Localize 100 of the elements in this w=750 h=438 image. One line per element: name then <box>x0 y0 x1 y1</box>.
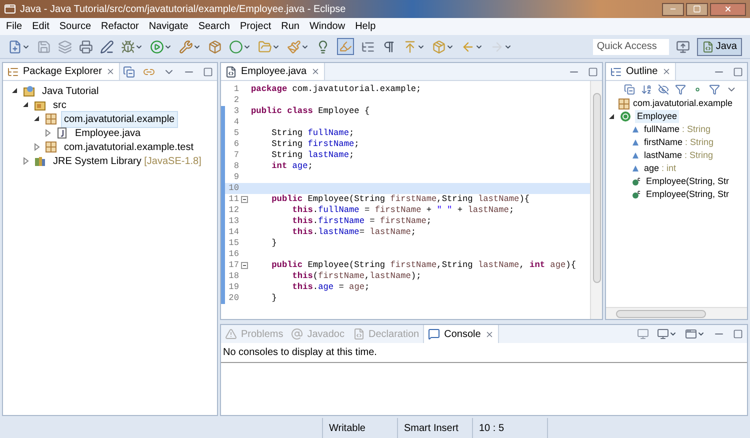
collapse-all-icon[interactable] <box>123 66 135 78</box>
view-tab[interactable]: Console <box>423 325 499 343</box>
tree-item[interactable]: Employee.java <box>72 124 144 142</box>
line-number: 13 <box>228 216 239 227</box>
view-tab[interactable]: Outline <box>606 63 676 80</box>
lightbulb-icon[interactable] <box>316 40 330 54</box>
dropdown-caret-icon[interactable] <box>193 42 201 50</box>
dropdown-caret-icon[interactable] <box>243 42 251 50</box>
quick-access-field[interactable]: Quick Access <box>592 38 669 54</box>
outline-item[interactable]: age : int <box>644 162 676 176</box>
close-button[interactable] <box>710 2 746 16</box>
vertical-scrollbar[interactable] <box>590 81 602 319</box>
menu-item[interactable]: Refactor <box>101 19 139 34</box>
dropdown-caret-icon[interactable] <box>301 42 309 50</box>
maximize-icon[interactable] <box>203 66 213 76</box>
outline-item[interactable]: lastName : String <box>644 148 714 162</box>
fold-icon[interactable] <box>240 262 248 269</box>
outline-item[interactable]: Employee(String, Str <box>646 188 730 202</box>
filter-icon[interactable] <box>709 84 720 94</box>
tree-item[interactable]: src <box>50 96 70 114</box>
hide-fields-icon[interactable] <box>658 84 669 94</box>
expanded-arrow-icon[interactable] <box>11 87 19 95</box>
dropdown-caret-icon[interactable] <box>272 42 280 50</box>
perspective-button[interactable]: Java <box>696 38 742 56</box>
pilcrow-icon[interactable] <box>382 40 396 54</box>
menu-item[interactable]: Help <box>355 19 376 34</box>
outline-item[interactable]: firstName : String <box>644 136 714 150</box>
outline-item[interactable]: fullName : String <box>644 122 711 136</box>
line-number: 4 <box>232 117 239 128</box>
menu-item[interactable]: Edit <box>32 19 50 34</box>
highlight-toggle-icon[interactable] <box>339 40 352 53</box>
menu-item[interactable]: Source <box>59 19 92 34</box>
maximize-icon[interactable] <box>588 66 598 76</box>
debug-icon[interactable] <box>121 40 135 54</box>
status-field: 10 : 5 <box>472 418 547 438</box>
editor-tab[interactable]: Employee.java <box>221 63 325 80</box>
dropdown-caret-icon[interactable] <box>504 42 512 50</box>
open-console-icon[interactable] <box>685 328 697 340</box>
collapsed-arrow-icon[interactable] <box>33 143 41 151</box>
outline-item[interactable]: Employee(String, Str <box>646 174 730 188</box>
collapsed-arrow-icon[interactable] <box>22 157 30 165</box>
line-number: 2 <box>232 95 239 106</box>
project-icon <box>23 85 35 97</box>
collapsed-arrow-icon[interactable] <box>44 129 52 137</box>
warning-icon <box>225 328 237 340</box>
dropdown-caret-icon[interactable] <box>446 42 454 50</box>
outline-item[interactable]: com.javatutorial.example <box>633 96 733 110</box>
code-line: this.fullName = firstName + " " + lastName; <box>291 205 514 216</box>
dropdown-caret-icon[interactable] <box>697 330 705 338</box>
menu-item[interactable]: Run <box>281 19 300 34</box>
maximize-icon[interactable] <box>733 66 743 76</box>
expanded-arrow-icon[interactable] <box>608 112 616 120</box>
maximize-icon[interactable] <box>733 329 743 339</box>
expanded-arrow-icon[interactable] <box>22 101 30 109</box>
menu-item[interactable]: Search <box>198 19 230 34</box>
console-icon <box>428 328 440 340</box>
minimize-button[interactable] <box>662 2 684 16</box>
tree-item[interactable]: com.javatutorial.example <box>61 110 178 128</box>
menu-item[interactable]: Window <box>309 19 346 34</box>
pin-console-icon[interactable] <box>637 328 649 340</box>
expanded-arrow-icon[interactable] <box>33 115 41 123</box>
sort-icon[interactable] <box>641 84 652 94</box>
package-icon <box>618 98 630 110</box>
fold-icon[interactable] <box>240 196 248 203</box>
code-line: public Employee(String firstName,String lastName, int age){ <box>270 260 576 271</box>
menu-item[interactable]: Navigate <box>148 19 188 34</box>
constructor-icon <box>632 190 641 199</box>
tree-item[interactable]: Java Tutorial <box>39 82 102 100</box>
dropdown-caret-icon[interactable] <box>164 42 172 50</box>
maximize-button[interactable] <box>686 2 708 16</box>
print-icon[interactable] <box>79 40 93 54</box>
source-folder-icon <box>34 99 46 111</box>
declaration-icon <box>352 328 364 340</box>
view-tab[interactable]: Package Explorer <box>3 63 120 80</box>
line-number: 9 <box>232 172 239 183</box>
filter-icon[interactable] <box>675 84 686 94</box>
open-perspective-icon[interactable] <box>676 40 690 54</box>
dropdown-caret-icon[interactable] <box>22 42 30 50</box>
menu-item[interactable]: Project <box>240 19 272 34</box>
menu-item[interactable]: File <box>6 19 22 34</box>
display-console-icon[interactable] <box>657 328 669 340</box>
horizontal-scrollbar[interactable] <box>606 307 747 319</box>
dropdown-caret-icon[interactable] <box>475 42 483 50</box>
tree-item[interactable]: JRE System Library [JavaSE-1.8] <box>50 152 204 170</box>
dropdown-caret-icon[interactable] <box>135 42 143 50</box>
outline-item[interactable]: Employee <box>635 110 680 124</box>
collapse-all-icon[interactable] <box>624 84 635 94</box>
dropdown-caret-icon[interactable] <box>417 42 425 50</box>
package-explorer-icon <box>7 66 19 78</box>
dropdown-caret-icon[interactable] <box>669 330 677 338</box>
close-icon[interactable] <box>662 67 671 76</box>
close-icon[interactable] <box>106 67 115 76</box>
package-icon[interactable] <box>208 40 222 54</box>
run-icon[interactable] <box>150 40 164 54</box>
new-file-icon[interactable] <box>8 40 22 54</box>
pen-icon[interactable] <box>100 40 114 54</box>
close-icon[interactable] <box>484 330 494 338</box>
close-icon[interactable] <box>310 67 320 76</box>
wrench-icon[interactable] <box>179 40 193 54</box>
tree-item[interactable]: com.javatutorial.example.test <box>61 138 197 156</box>
